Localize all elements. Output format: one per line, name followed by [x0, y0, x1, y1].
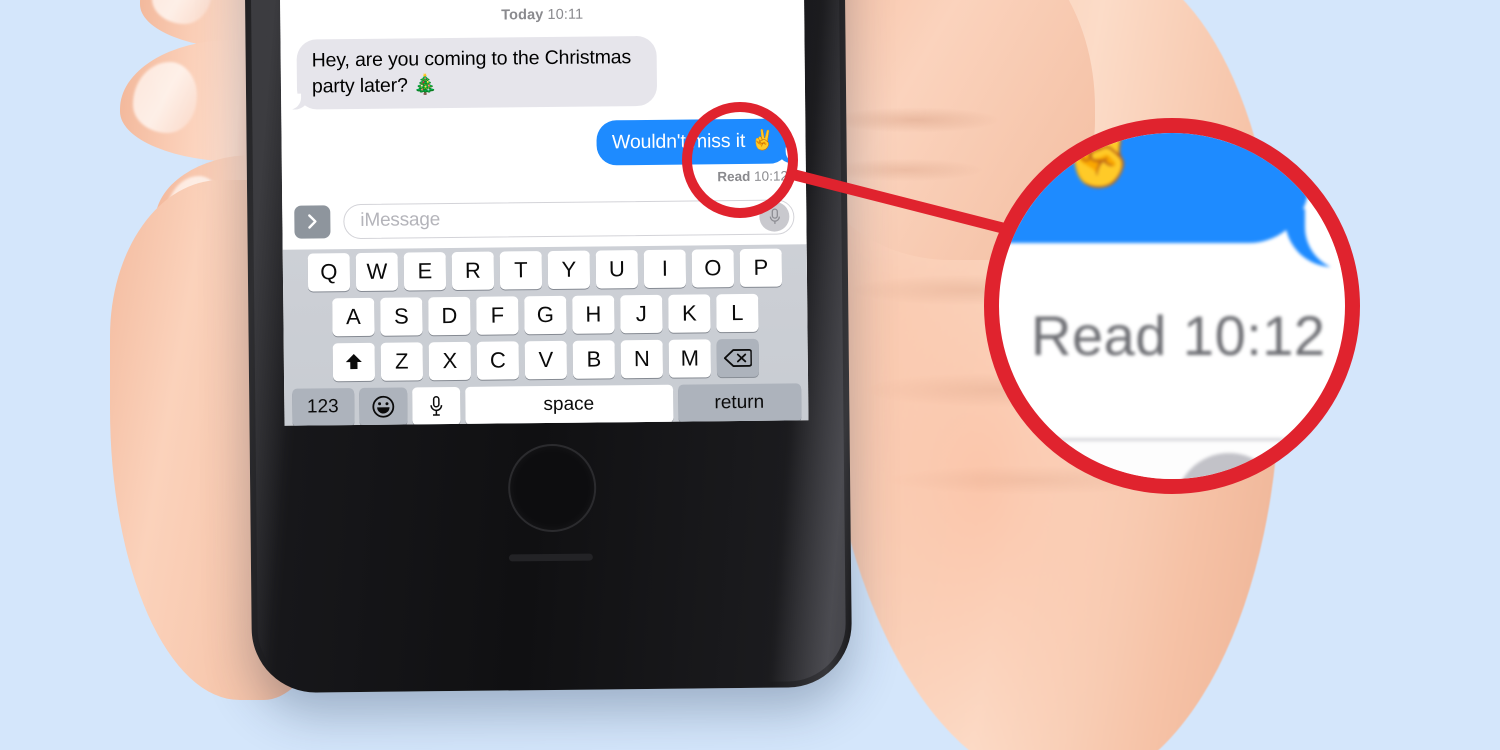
numbers-key[interactable]: 123	[291, 388, 355, 426]
incoming-message-bubble[interactable]: Hey, are you coming to the Christmas par…	[296, 35, 658, 110]
key-k[interactable]: K	[668, 294, 711, 333]
key-t[interactable]: T	[499, 251, 543, 290]
key-l[interactable]: L	[716, 293, 759, 333]
key-w[interactable]: W	[355, 252, 399, 292]
day-time: 10:11	[547, 6, 584, 23]
magnified-message-bubble: s it ✌️	[999, 118, 1309, 243]
magnifier-content: s it ✌️ Read 10:12	[999, 133, 1345, 479]
return-key[interactable]: return	[677, 383, 801, 423]
fingernail	[166, 176, 224, 245]
key-o[interactable]: O	[691, 249, 735, 288]
imessage-placeholder: iMessage	[360, 209, 441, 231]
key-e[interactable]: E	[403, 252, 447, 291]
screenshot-stage: Today 10:11 Hey, are you coming to the C…	[0, 0, 1500, 750]
microphone-key-icon[interactable]	[411, 386, 461, 426]
speaker-grille	[508, 553, 593, 562]
day-label: Today	[501, 7, 544, 24]
incoming-message-row: Hey, are you coming to the Christmas par…	[280, 34, 805, 110]
key-p[interactable]: P	[739, 248, 783, 287]
key-f[interactable]: F	[476, 296, 519, 335]
fingernail	[132, 61, 198, 133]
key-b[interactable]: B	[572, 340, 616, 379]
key-g[interactable]: G	[524, 295, 567, 335]
key-i[interactable]: I	[643, 249, 687, 288]
key-q[interactable]: Q	[307, 253, 351, 292]
key-u[interactable]: U	[595, 250, 639, 289]
key-y[interactable]: Y	[547, 250, 591, 289]
keyboard-row-4: 123 space return	[284, 383, 808, 426]
incoming-message-text: Hey, are you coming to the Christmas par…	[311, 46, 632, 98]
key-n[interactable]: N	[620, 339, 664, 379]
key-h[interactable]: H	[572, 295, 615, 334]
callout-highlight-ring	[682, 102, 798, 218]
key-r[interactable]: R	[451, 251, 495, 291]
chevron-right-icon[interactable]	[294, 204, 331, 239]
onscreen-keyboard: Q W E R T Y U I O P A S D F G H J K L Z …	[282, 244, 809, 426]
key-a[interactable]: A	[332, 297, 375, 337]
shift-up-arrow-icon[interactable]	[332, 342, 376, 382]
home-button[interactable]	[507, 443, 597, 533]
day-timestamp: Today 10:11	[280, 0, 804, 26]
keyboard-row-1: Q W E R T Y U I O P	[283, 248, 807, 292]
key-j[interactable]: J	[620, 294, 663, 334]
key-d[interactable]: D	[428, 296, 471, 336]
key-v[interactable]: V	[524, 340, 568, 380]
iphone-device: Today 10:11 Hey, are you coming to the C…	[243, 0, 853, 694]
fingernail	[167, 321, 204, 392]
magnified-victory-hand-icon: ✌️	[1054, 118, 1147, 191]
key-z[interactable]: Z	[380, 342, 424, 381]
backspace-delete-icon[interactable]	[716, 338, 760, 378]
magnifier-callout: s it ✌️ Read 10:12	[984, 118, 1360, 494]
key-m[interactable]: M	[668, 339, 712, 378]
key-c[interactable]: C	[476, 341, 520, 380]
space-key[interactable]: space	[464, 384, 674, 425]
keyboard-row-3: Z X C V B N M	[284, 338, 808, 382]
fingernail	[152, 0, 212, 24]
smiley-face-icon[interactable]	[358, 387, 408, 426]
key-s[interactable]: S	[380, 297, 423, 336]
magnified-read-receipt: Read 10:12	[1031, 304, 1326, 367]
keyboard-row-2: A S D F G H J K L	[283, 293, 807, 337]
magnified-input-field	[999, 438, 1335, 479]
christmas-tree-icon: 🎄	[412, 73, 438, 97]
key-x[interactable]: X	[428, 341, 472, 381]
